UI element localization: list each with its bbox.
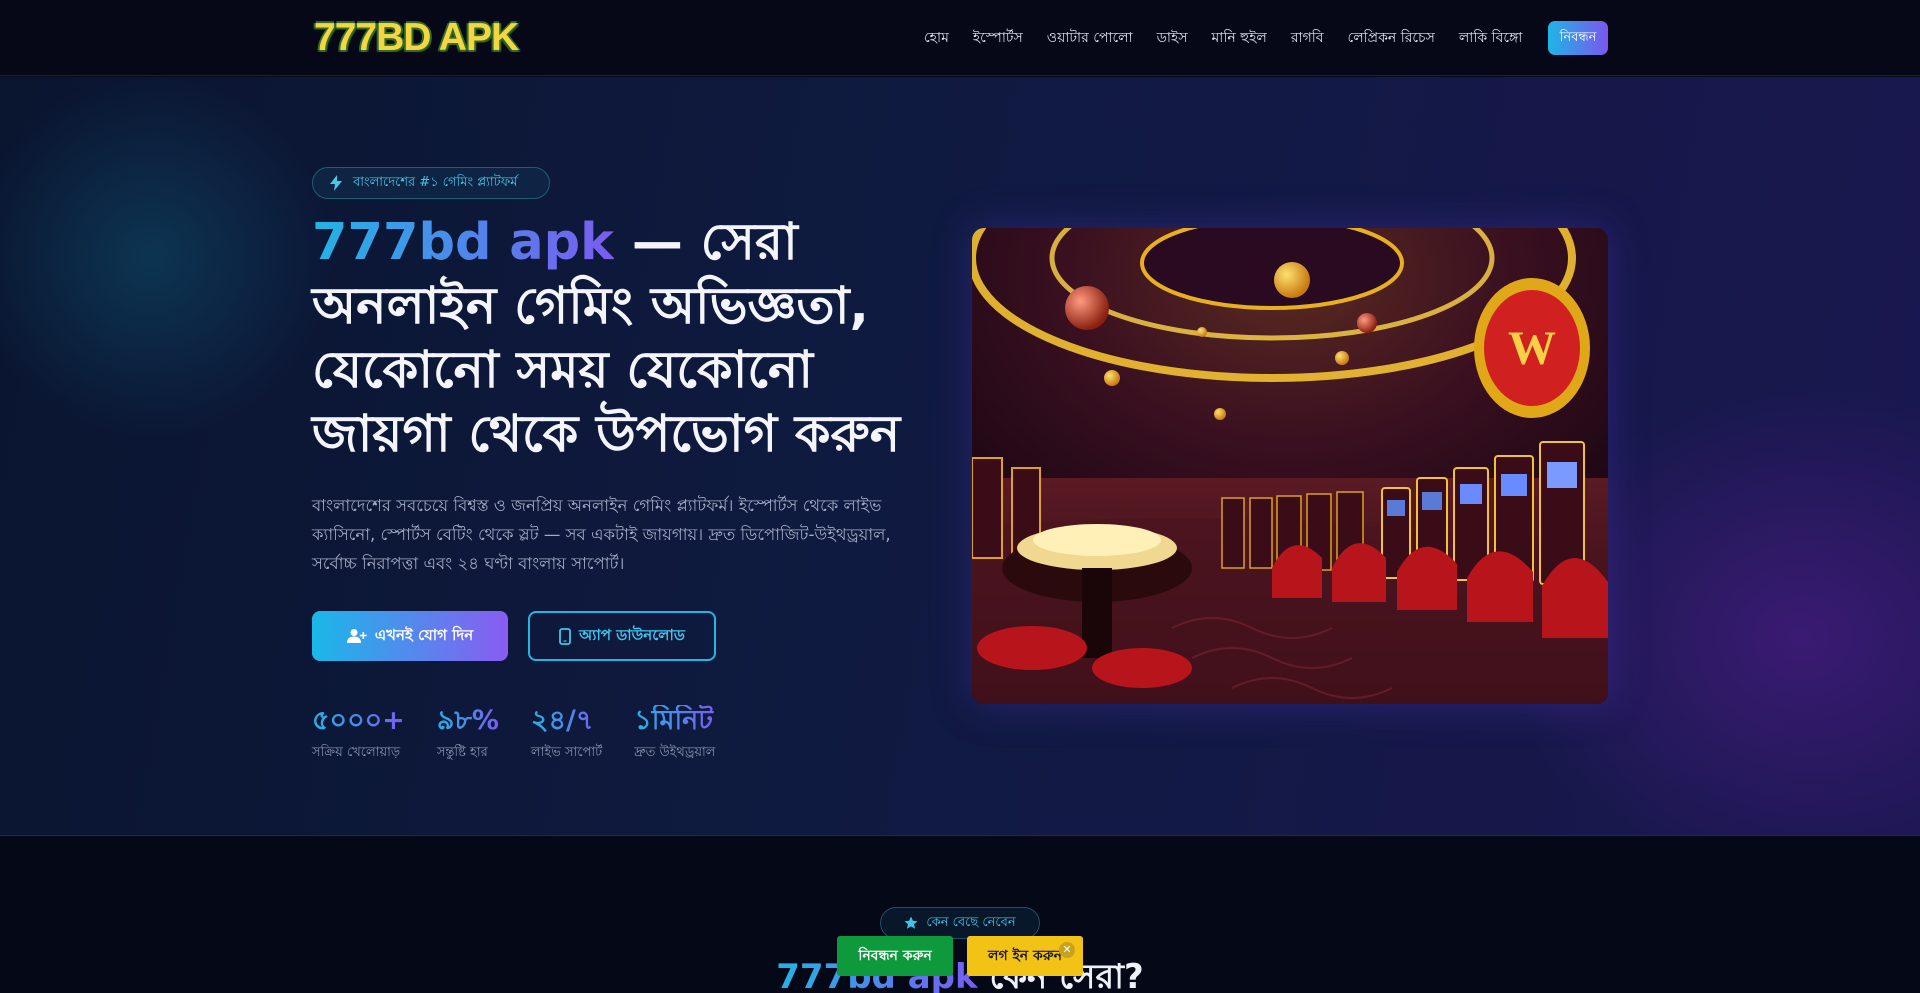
close-icon[interactable]: ✕ bbox=[1059, 942, 1075, 958]
why-badge: কেন বেছে নেবেন bbox=[880, 907, 1040, 939]
hero-title-brand: 777bd apk bbox=[312, 213, 615, 272]
nav-item-water-polo[interactable]: ওয়াটার পোলো bbox=[1047, 26, 1133, 50]
stat-value: ৯৮% bbox=[436, 705, 499, 736]
stat-value: ২৪/৭ bbox=[531, 705, 602, 737]
hero-title: 777bd apk — সেরা অনলাইন গেমিং অভিজ্ঞতা, … bbox=[312, 211, 952, 467]
logo[interactable]: 777BD APK bbox=[312, 15, 520, 60]
app-download-label: অ্যাপ ডাউনলোড bbox=[579, 625, 685, 644]
hero-section: বাংলাদেশের #১ গেমিং প্ল্যাটফর্ম 777bd ap… bbox=[0, 77, 1920, 836]
stat-item: ৫০০০+ সক্রিয় খেলোয়াড় bbox=[312, 705, 405, 764]
bolt-icon bbox=[330, 175, 342, 191]
hero-subtitle: বাংলাদেশের সবচেয়ে বিশ্বস্ত ও জনপ্রিয় অ… bbox=[312, 496, 891, 573]
nav-item-lucky-bingo[interactable]: লাকি বিঙ্গো bbox=[1459, 26, 1523, 50]
header-register-button[interactable]: নিবন্ধন bbox=[1548, 21, 1608, 55]
svg-text:W: W bbox=[1508, 322, 1556, 375]
stat-label: সক্রিয় খেলোয়াড় bbox=[312, 745, 401, 760]
stat-item: ৯৮% সন্তুষ্টি হার bbox=[437, 705, 499, 764]
mobile-phone-icon bbox=[559, 627, 572, 645]
stat-label: সন্তুষ্টি হার bbox=[436, 745, 488, 760]
join-now-button[interactable]: এখনই যোগ দিন bbox=[312, 611, 508, 661]
join-now-label: এখনই যোগ দিন bbox=[374, 625, 474, 644]
user-plus-icon bbox=[346, 629, 367, 643]
star-icon bbox=[904, 916, 918, 929]
nav-item-rugby[interactable]: রাগবি bbox=[1291, 26, 1324, 50]
stat-value: ১মিনিট bbox=[634, 705, 715, 737]
nav-item-esports[interactable]: ইস্পোর্টস bbox=[973, 26, 1023, 50]
stats-row: ৫০০০+ সক্রিয় খেলোয়াড় ৯৮% সন্তুষ্টি হা… bbox=[312, 705, 747, 764]
why-title: 777bd apk কেন সেরা? bbox=[0, 951, 1920, 993]
stat-item: ১মিনিট দ্রুত উইথড্রয়াল bbox=[634, 705, 715, 764]
main-nav: হোম ইস্পোর্টস ওয়াটার পোলো ডাইস মানি হুই… bbox=[924, 21, 1546, 55]
app-download-button[interactable]: অ্যাপ ডাউনলোড bbox=[528, 611, 716, 661]
why-choose-section: কেন বেছে নেবেন 777bd apk কেন সেরা? bbox=[0, 837, 1920, 993]
nav-item-leprechaun-riches[interactable]: লেপ্রিকন রিচেস bbox=[1348, 26, 1435, 50]
why-badge-text: কেন বেছে নেবেন bbox=[926, 914, 1016, 930]
hero-badge-text: বাংলাদেশের #১ গেমিং প্ল্যাটফর্ম bbox=[353, 174, 518, 190]
stat-label: লাইভ সাপোর্ট bbox=[530, 745, 603, 760]
hero-badge: বাংলাদেশের #১ গেমিং প্ল্যাটফর্ম bbox=[312, 167, 550, 199]
nav-item-home[interactable]: হোম bbox=[924, 26, 949, 50]
stat-item: ২৪/৭ লাইভ সাপোর্ট bbox=[531, 705, 602, 764]
nav-item-money-wheel[interactable]: মানি হুইল bbox=[1212, 26, 1267, 50]
casino-illustration: W bbox=[972, 228, 1608, 704]
site-header: 777BD APK হোম ইস্পোর্টস ওয়াটার পোলো ডাই… bbox=[0, 0, 1920, 76]
casino-hero-image: W bbox=[972, 228, 1608, 704]
stat-label: দ্রুত উইথড্রয়াল bbox=[634, 745, 716, 760]
nav-item-dice[interactable]: ডাইস bbox=[1157, 26, 1188, 50]
stat-value: ৫০০০+ bbox=[312, 705, 405, 736]
floating-register-button[interactable]: নিবন্ধন করুন bbox=[837, 936, 953, 976]
